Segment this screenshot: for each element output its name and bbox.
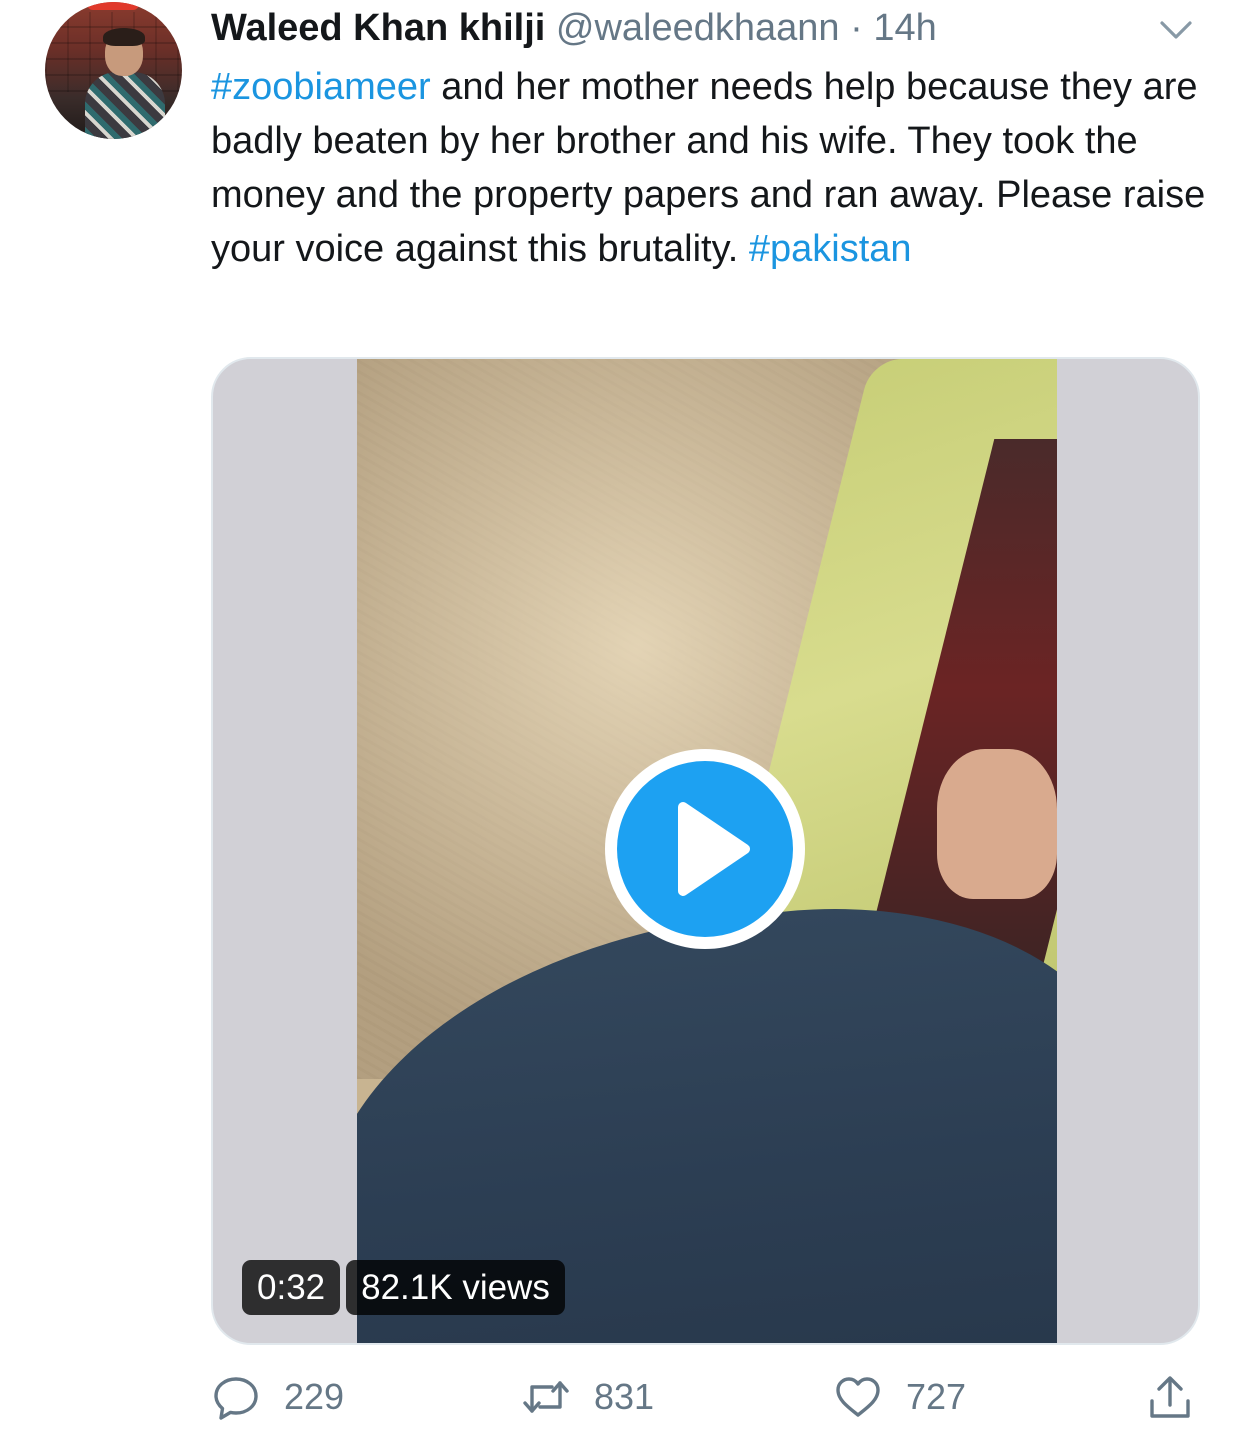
retweet-button[interactable]: 831 xyxy=(522,1367,654,1427)
reply-icon xyxy=(214,1377,258,1420)
like-count: 727 xyxy=(906,1376,967,1417)
reply-button[interactable]: 229 xyxy=(212,1367,344,1427)
author-display-name[interactable]: Waleed Khan khilji xyxy=(211,7,545,49)
video-info-overlay: 0:32 82.1K views xyxy=(242,1260,565,1315)
video-player[interactable]: 0:32 82.1K views xyxy=(211,357,1200,1345)
tweet-action-bar: 229 831 727 xyxy=(0,1367,1242,1427)
tweet-timestamp[interactable]: 14h xyxy=(873,7,936,49)
share-icon xyxy=(1150,1376,1190,1418)
video-view-count: 82.1K views xyxy=(346,1260,565,1315)
avatar-shirt xyxy=(85,72,165,139)
avatar-hair xyxy=(103,28,145,46)
play-button[interactable] xyxy=(605,749,805,949)
author-avatar[interactable] xyxy=(45,2,182,139)
tweet-header: Waleed Khan khilji @waleedkhaann · 14h xyxy=(211,4,937,54)
like-button[interactable]: 727 xyxy=(834,1367,966,1427)
reply-count: 229 xyxy=(284,1376,345,1417)
thumbnail-hand xyxy=(937,749,1057,899)
chevron-down-icon[interactable] xyxy=(1156,14,1196,44)
video-duration: 0:32 xyxy=(242,1260,341,1315)
author-handle[interactable]: @waleedkhaann xyxy=(556,7,840,49)
hashtag-link[interactable]: #zoobiameer xyxy=(211,66,431,108)
heart-icon xyxy=(836,1377,880,1417)
tweet-text: #zoobiameer and her mother needs help be… xyxy=(211,60,1211,276)
avatar-neon-sign xyxy=(87,2,139,10)
play-icon xyxy=(678,802,750,896)
hashtag-link[interactable]: #pakistan xyxy=(749,228,912,270)
retweet-icon xyxy=(523,1381,569,1413)
share-button[interactable] xyxy=(1146,1367,1194,1427)
retweet-count: 831 xyxy=(594,1376,655,1417)
header-separator: · xyxy=(850,7,863,49)
